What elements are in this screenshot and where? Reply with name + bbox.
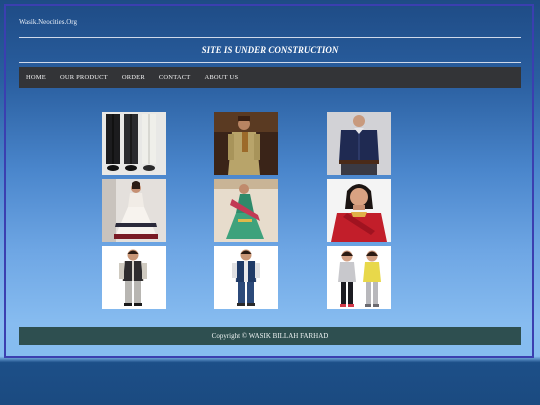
product-girls-outfit-photo[interactable] bbox=[327, 246, 391, 309]
nav-our-product[interactable]: OUR PRODUCT bbox=[60, 74, 108, 81]
product-boy-vest-outfit-photo[interactable] bbox=[102, 246, 166, 309]
product-kurta-photo[interactable] bbox=[214, 112, 278, 175]
divider-bottom bbox=[19, 62, 521, 63]
product-trousers-photo[interactable] bbox=[102, 112, 166, 175]
product-green-salwar-photo[interactable] bbox=[214, 179, 278, 242]
main-nav: HOME OUR PRODUCT ORDER CONTACT ABOUT US bbox=[19, 67, 521, 88]
product-navy-shirt-photo[interactable] bbox=[327, 112, 391, 175]
nav-contact[interactable]: CONTACT bbox=[159, 74, 191, 81]
nav-order[interactable]: ORDER bbox=[122, 74, 145, 81]
nav-about-us[interactable]: ABOUT US bbox=[204, 74, 238, 81]
product-white-anarkali-photo[interactable] bbox=[102, 179, 166, 242]
nav-home[interactable]: HOME bbox=[26, 74, 46, 81]
footer-copyright: Copyright © WASIK BILLAH FARHAD bbox=[19, 327, 521, 345]
product-red-saree-photo[interactable] bbox=[327, 179, 391, 242]
page: Wasik.Neocities.Org SITE IS UNDER CONSTR… bbox=[0, 0, 540, 405]
divider-top bbox=[19, 37, 521, 38]
product-boy-jacket-outfit-photo[interactable] bbox=[214, 246, 278, 309]
site-title: Wasik.Neocities.Org bbox=[19, 18, 78, 26]
construction-banner: SITE IS UNDER CONSTRUCTION bbox=[201, 45, 339, 55]
